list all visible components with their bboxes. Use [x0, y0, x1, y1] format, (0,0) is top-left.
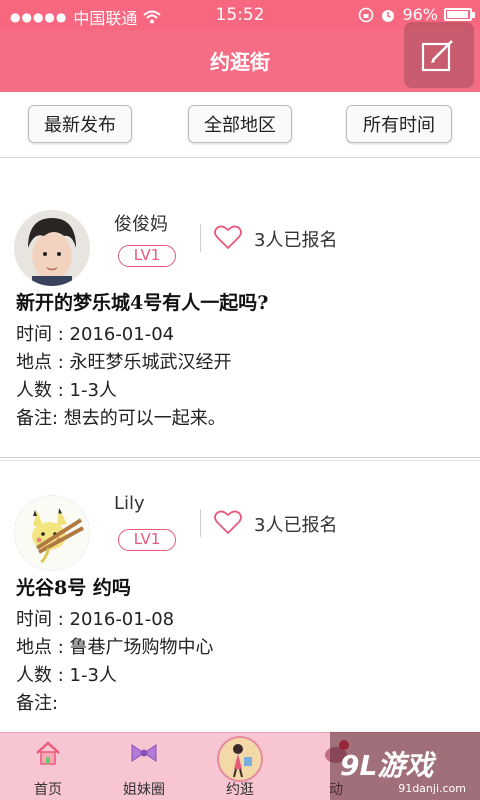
- site-watermark: 9L游戏 91danji.com: [330, 732, 480, 800]
- filter-time-button[interactable]: 所有时间: [346, 105, 452, 143]
- watermark-site: 91danji.com: [398, 782, 466, 795]
- nav-shopping[interactable]: 约逛: [192, 733, 288, 800]
- username[interactable]: 俊俊妈: [114, 210, 168, 236]
- avatar[interactable]: [14, 210, 90, 286]
- post-time: 时间 : 2016-01-04: [16, 324, 175, 345]
- home-icon: [36, 741, 60, 765]
- post-title[interactable]: 新开的梦乐城4号有人一起吗?: [16, 288, 268, 315]
- post-note: 备注: 想去的可以一起来。: [16, 408, 226, 429]
- post-people: 人数 : 1-3人: [16, 380, 117, 401]
- post-card[interactable]: 俊俊妈 LV1 3人已报名 新开的梦乐城4号有人一起吗? 时间 : 2016-0…: [0, 158, 480, 458]
- username[interactable]: Lily: [114, 493, 145, 514]
- post-note: 备注:: [16, 693, 59, 714]
- level-badge: LV1: [118, 529, 176, 551]
- edit-icon: [421, 40, 453, 72]
- user-avatar-pikachu: [15, 496, 89, 570]
- divider: [200, 224, 201, 252]
- divider: [200, 509, 201, 537]
- rotation-lock-icon: [359, 7, 374, 22]
- nav-home[interactable]: 首页: [0, 733, 96, 800]
- signup-count: 3人已报名: [254, 515, 338, 536]
- filter-latest-button[interactable]: 最新发布: [28, 105, 132, 143]
- post-list[interactable]: 俊俊妈 LV1 3人已报名 新开的梦乐城4号有人一起吗? 时间 : 2016-0…: [0, 158, 480, 732]
- shopping-girl-icon: [217, 736, 263, 782]
- heart-icon[interactable]: [214, 224, 242, 250]
- heart-icon[interactable]: [214, 509, 242, 535]
- post-time: 时间 : 2016-01-08: [16, 609, 175, 630]
- filter-bar: 最新发布 全部地区 所有时间: [0, 92, 480, 158]
- user-avatar-boy: [14, 210, 90, 286]
- post-card[interactable]: Lily LV1 3人已报名 光谷8号 约吗 时间 : 2016-01-08 地…: [0, 460, 480, 732]
- level-badge: LV1: [118, 245, 176, 267]
- nav-sisters[interactable]: 姐妹圈: [96, 733, 192, 800]
- compose-button[interactable]: [404, 22, 474, 88]
- bow-icon: [131, 744, 157, 762]
- nav-shopping-label: 约逛: [226, 782, 254, 798]
- post-place: 地点 : 永旺梦乐城武汉经开: [16, 352, 232, 373]
- watermark-brand: 9L游戏: [340, 749, 434, 782]
- post-people: 人数 : 1-3人: [16, 665, 117, 686]
- alarm-icon: [382, 9, 395, 22]
- post-place: 地点 : 鲁巷广场购物中心: [16, 637, 214, 658]
- post-title[interactable]: 光谷8号 约吗: [16, 573, 131, 600]
- app-header: 约逛街: [0, 22, 480, 92]
- avatar[interactable]: [14, 495, 90, 571]
- signup-count: 3人已报名: [254, 230, 338, 251]
- filter-region-button[interactable]: 全部地区: [188, 105, 292, 143]
- nav-sisters-label: 姐妹圈: [123, 782, 165, 798]
- battery-icon: [444, 8, 475, 21]
- nav-home-label: 首页: [34, 782, 62, 798]
